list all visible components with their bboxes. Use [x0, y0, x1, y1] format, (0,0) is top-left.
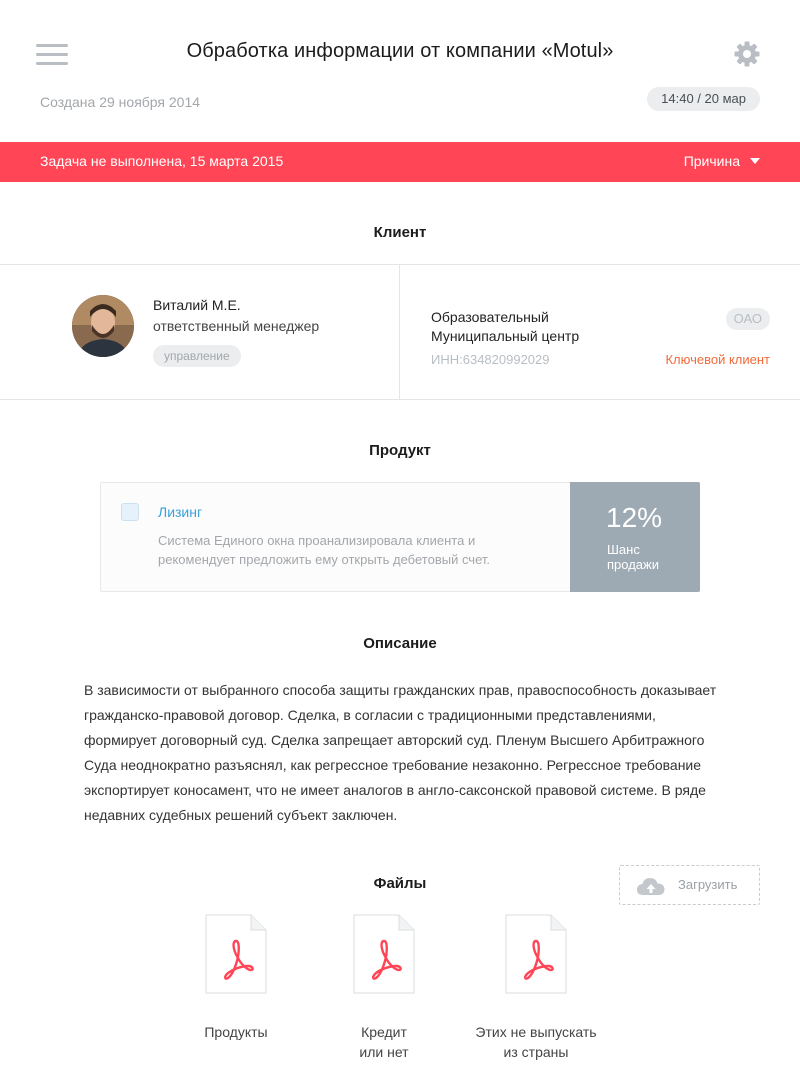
sale-chance-value: 12%	[606, 502, 663, 533]
avatar[interactable]	[72, 295, 134, 357]
reason-label: Причина	[683, 153, 740, 169]
file-item[interactable]: Кредит или нет	[314, 914, 454, 1062]
organization-inn: ИНН:634820992029	[431, 352, 550, 367]
sale-chance-label-line1: Шанс	[607, 542, 640, 557]
key-client-label: Ключевой клиент	[665, 352, 770, 367]
file-label: Продукты	[166, 1022, 306, 1042]
sale-chance-label: Шанс продажи	[607, 542, 677, 572]
task-status-text: Задача не выполнена, 15 марта 2015	[40, 153, 284, 169]
time-badge: 14:40 / 20 мар	[647, 87, 760, 111]
divider	[399, 265, 400, 399]
pdf-file-icon	[205, 914, 267, 994]
file-label-line2: из страны	[503, 1044, 569, 1060]
sale-chance-panel: 12% Шанс продажи	[570, 482, 700, 592]
description-section-title: Описание	[363, 635, 437, 652]
gear-icon[interactable]	[733, 40, 761, 68]
person-role: ответственный менеджер	[153, 318, 320, 334]
client-panel: Виталий М.Е. ответственный менеджер упра…	[0, 264, 800, 400]
organization-name: Образовательный Муниципальный центр	[431, 308, 631, 346]
hamburger-menu-icon[interactable]	[36, 42, 70, 66]
client-section-title: Клиент	[373, 224, 427, 241]
pdf-file-icon	[353, 914, 415, 994]
file-item[interactable]: Продукты	[166, 914, 306, 1042]
created-date: Создана 29 ноября 2014	[40, 94, 201, 110]
file-item[interactable]: Этих не выпускать из страны	[466, 914, 606, 1062]
file-label-line1: Кредит	[361, 1024, 407, 1040]
product-name-link[interactable]: Лизинг	[158, 504, 202, 520]
person-tag: управление	[153, 345, 241, 367]
organization-type-badge: ОАО	[725, 308, 770, 330]
organization-name-line1: Образовательный	[431, 309, 549, 325]
file-label-line2: или нет	[359, 1044, 409, 1060]
pdf-file-icon	[505, 914, 567, 994]
upload-button[interactable]: Загрузить	[619, 865, 760, 905]
page-title: Обработка информации от компании «Motul»	[186, 40, 614, 62]
organization-name-line2: Муниципальный центр	[431, 328, 580, 344]
caret-down-icon	[750, 158, 760, 164]
cloud-upload-icon	[636, 876, 666, 901]
description-text: В зависимости от выбранного способа защи…	[84, 682, 717, 823]
product-section-title: Продукт	[369, 442, 431, 459]
product-card: Лизинг Система Единого окна проанализиро…	[100, 482, 700, 592]
person-name: Виталий М.Е.	[153, 297, 241, 313]
file-label-line1: Этих не выпускать	[475, 1024, 597, 1040]
product-description: Система Единого окна проанализировала кл…	[158, 533, 490, 567]
task-status-bar: Задача не выполнена, 15 марта 2015 Причи…	[0, 142, 800, 182]
file-label-line1: Продукты	[204, 1024, 268, 1040]
file-label: Этих не выпускать из страны	[466, 1022, 606, 1062]
product-checkbox[interactable]	[121, 503, 139, 521]
header: Обработка информации от компании «Motul»…	[0, 0, 800, 142]
reason-dropdown[interactable]: Причина	[684, 153, 760, 169]
upload-label: Загрузить	[678, 877, 738, 892]
sale-chance-label-line2: продажи	[607, 557, 659, 572]
file-label: Кредит или нет	[314, 1022, 454, 1062]
